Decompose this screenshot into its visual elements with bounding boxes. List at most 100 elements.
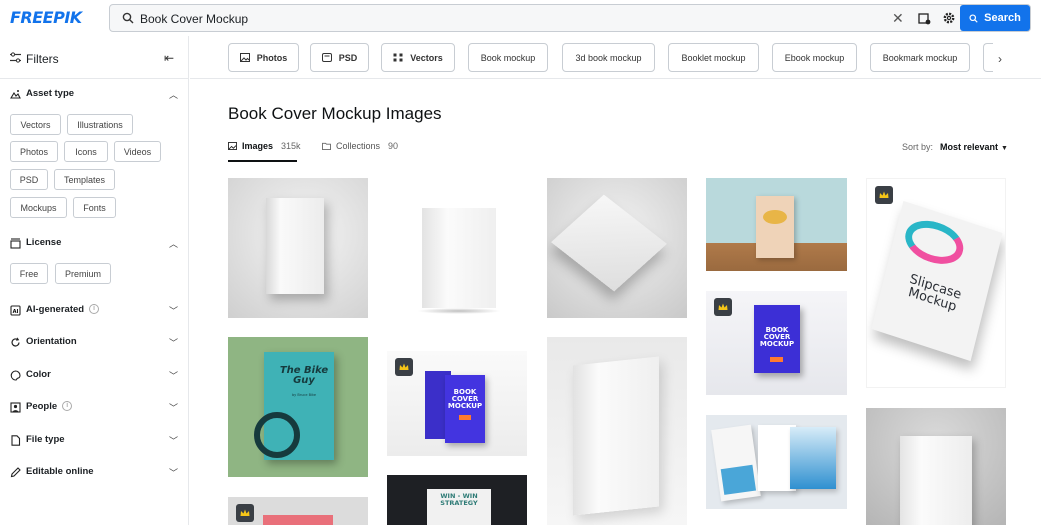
section-ai-generated[interactable]: AI AI-generated i ﹀ (10, 304, 180, 320)
palette-icon (10, 370, 21, 381)
clear-icon[interactable]: ✕ (892, 10, 904, 27)
active-tab-indicator (228, 160, 297, 162)
top-header: FREEPIK Book Cover Mockup ✕ Search (0, 0, 1041, 36)
asset-type-icon (10, 90, 21, 99)
tag-photos[interactable]: Photos (228, 43, 299, 72)
tag-ebook-mockup[interactable]: Ebook mockup (772, 43, 857, 72)
tag-book-mockup[interactable]: Book mockup (468, 43, 548, 72)
chip-free[interactable]: Free (10, 263, 48, 284)
book-image (711, 424, 761, 502)
result-card[interactable] (547, 337, 687, 525)
chip-videos[interactable]: Videos (114, 141, 161, 162)
swirl-graphic (900, 213, 968, 272)
book-image: WIN - WIN STRATEGY (427, 489, 491, 525)
chip-vectors[interactable]: Vectors (10, 114, 61, 135)
result-card[interactable]: BOOK COVER MOCKUP (706, 291, 847, 395)
section-editable-online[interactable]: Editable online ﹀ (10, 466, 180, 482)
svg-text:AI: AI (13, 309, 19, 315)
book-image (551, 194, 667, 292)
chip-photos[interactable]: Photos (10, 141, 58, 162)
tag-booklet-mockup[interactable]: Booklet mockup (668, 43, 759, 72)
info-icon[interactable]: i (89, 304, 100, 315)
result-card[interactable] (706, 415, 847, 509)
result-card[interactable] (547, 178, 687, 318)
book-image: BOOK COVER MOCKUP (445, 375, 485, 443)
sort-label: Sort by: (902, 142, 934, 152)
filters-title: Filters (26, 52, 59, 66)
file-type-label: File type (26, 434, 65, 445)
freepik-logo[interactable]: FREEPIK (10, 8, 82, 27)
premium-crown-icon (395, 358, 413, 376)
result-card[interactable] (387, 178, 527, 318)
chip-premium[interactable]: Premium (55, 263, 111, 284)
chip-illustrations[interactable]: Illustrations (67, 114, 133, 135)
chip-psd[interactable]: PSD (10, 169, 48, 190)
result-card[interactable]: Slipcase Mockup (866, 178, 1006, 388)
book-image: The Bike Guy by Bruce Bike (254, 352, 334, 460)
chip-templates[interactable]: Templates (54, 169, 115, 190)
filters-header: Filters ⇤ (0, 36, 189, 79)
vectors-icon (393, 53, 403, 62)
search-button-label: Search (984, 12, 1021, 24)
filters-sidebar: Filters ⇤ Asset type ︿ Vectors Illustrat… (0, 36, 189, 525)
chip-icons[interactable]: Icons (64, 141, 108, 162)
result-card[interactable]: The Bike Guy by Bruce Bike (228, 337, 368, 477)
chevron-down-icon: ﹀ (168, 338, 178, 348)
tag-overflow[interactable] (983, 43, 993, 72)
search-button[interactable]: Search (960, 5, 1030, 31)
people-icon (10, 402, 21, 413)
tag-3d-book-mockup[interactable]: 3d book mockup (562, 43, 655, 72)
wave-graphic (720, 464, 757, 495)
image-icon (228, 142, 237, 150)
cover-graphic (763, 210, 787, 224)
chevron-up-icon: ︿ (168, 90, 178, 100)
folder-icon (322, 142, 331, 150)
section-color[interactable]: Color ﹀ (10, 369, 180, 385)
psd-icon (321, 53, 332, 62)
book-image (263, 515, 333, 525)
bike-wheel-graphic (254, 412, 300, 458)
license-icon (10, 238, 21, 249)
photo-icon (239, 53, 250, 62)
search-bar[interactable]: Book Cover Mockup ✕ Search (109, 4, 1031, 32)
image-search-icon[interactable] (918, 12, 932, 26)
book-image (790, 427, 836, 489)
premium-crown-icon (236, 504, 254, 522)
sort-control[interactable]: Sort by: Most relevant ▼ (902, 142, 1008, 152)
badge-graphic (459, 415, 471, 420)
section-asset-type[interactable]: Asset type ︿ (10, 88, 180, 104)
orientation-label: Orientation (26, 336, 77, 347)
result-card[interactable]: WIN - WIN STRATEGY (387, 475, 527, 525)
chevron-down-icon: ﹀ (168, 371, 178, 381)
premium-crown-icon (714, 298, 732, 316)
section-license[interactable]: License ︿ (10, 237, 180, 253)
file-icon (11, 435, 21, 446)
chevron-down-icon: ﹀ (168, 306, 178, 316)
result-card[interactable]: BOOK COVER MOCKUP (387, 351, 527, 456)
chip-fonts[interactable]: Fonts (73, 197, 116, 218)
section-people[interactable]: People i ﹀ (10, 401, 180, 417)
tag-psd[interactable]: PSD (310, 43, 369, 72)
section-file-type[interactable]: File type ﹀ (10, 434, 180, 450)
tab-images[interactable]: Images 315k (228, 141, 301, 151)
chevron-right-icon[interactable]: › (998, 52, 1002, 66)
search-input[interactable]: Book Cover Mockup (140, 12, 248, 26)
sliders-icon (10, 52, 21, 63)
info-icon[interactable]: i (62, 401, 73, 412)
chip-mockups[interactable]: Mockups (10, 197, 67, 218)
tab-collections[interactable]: Collections 90 (322, 141, 398, 151)
book-image (900, 436, 972, 525)
result-card[interactable] (228, 178, 368, 318)
result-card[interactable] (706, 178, 847, 271)
tag-vectors[interactable]: Vectors (381, 43, 455, 72)
result-card[interactable] (228, 497, 368, 525)
section-orientation[interactable]: Orientation ﹀ (10, 336, 180, 352)
asset-type-label: Asset type (26, 88, 75, 99)
gear-icon[interactable] (942, 11, 956, 25)
rotate-icon (11, 337, 20, 347)
related-tags-bar: Photos PSD Vectors Book mockup 3d book m… (190, 36, 1041, 79)
chevron-up-icon: ︿ (168, 239, 178, 249)
tag-bookmark-mockup[interactable]: Bookmark mockup (870, 43, 970, 72)
result-card[interactable] (866, 408, 1006, 525)
collapse-sidebar-icon[interactable]: ⇤ (164, 51, 174, 65)
